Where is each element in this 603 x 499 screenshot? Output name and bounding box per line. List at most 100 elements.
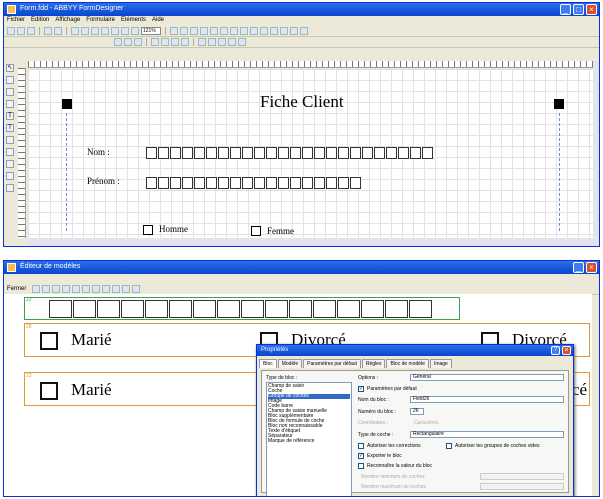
dialog-close-button[interactable]: ×	[562, 346, 571, 355]
tab-bloc[interactable]: Bloc	[259, 359, 277, 368]
tab-bloc-de-modele[interactable]: Bloc de modèle	[386, 359, 429, 368]
maximize-button[interactable]: □	[573, 4, 584, 15]
open-icon[interactable]	[17, 27, 25, 35]
align-left-icon[interactable]	[180, 27, 188, 35]
copy-icon[interactable]	[81, 27, 89, 35]
print-icon[interactable]	[44, 27, 52, 35]
bold-icon[interactable]	[114, 38, 122, 46]
justify-icon[interactable]	[181, 38, 189, 46]
block-type-list[interactable]: Champ de saisir Coche Groupe de coches I…	[266, 382, 352, 496]
save-icon[interactable]	[27, 27, 35, 35]
open-icon[interactable]	[42, 285, 51, 293]
image-tool-icon[interactable]	[6, 172, 14, 180]
align-center-icon[interactable]	[190, 27, 198, 35]
select-icon[interactable]	[72, 285, 81, 293]
tab-modele[interactable]: Modèle	[277, 359, 303, 368]
save-icon[interactable]	[32, 285, 41, 293]
zoom-icon[interactable]	[92, 285, 101, 293]
table-tool-icon[interactable]	[6, 184, 14, 192]
homme-checkbox[interactable]	[143, 225, 153, 235]
layer-icon[interactable]	[208, 38, 216, 46]
default-params-checkbox[interactable]: ✓	[358, 386, 364, 392]
menu-fichier[interactable]: Fichier	[7, 17, 25, 25]
reference-mark-icon[interactable]	[280, 27, 288, 35]
test-icon[interactable]	[300, 27, 308, 35]
field-block[interactable]	[24, 297, 460, 320]
field-tool-icon[interactable]	[6, 76, 14, 84]
delete-icon[interactable]	[102, 285, 111, 293]
reference-marker-left[interactable]	[62, 99, 72, 109]
tab-regles[interactable]: Règles	[361, 359, 386, 368]
line-tool-icon[interactable]	[6, 148, 14, 156]
right-icon[interactable]	[171, 38, 179, 46]
tab-image[interactable]: Image	[429, 359, 452, 368]
text-tool-icon[interactable]: T	[6, 112, 14, 120]
properties-icon[interactable]	[290, 27, 298, 35]
close-button[interactable]: ×	[586, 4, 597, 15]
allow-corrections-checkbox[interactable]	[358, 443, 364, 449]
pointer-icon[interactable]: ↖	[6, 64, 14, 72]
max-checks-field[interactable]	[480, 483, 564, 490]
properties-icon[interactable]	[112, 285, 121, 293]
tab-parametres[interactable]: Paramètres par défaut	[303, 359, 361, 368]
options-select[interactable]: Général	[410, 374, 564, 381]
reference-marker-right[interactable]	[554, 99, 564, 109]
allow-empty-groups-checkbox[interactable]	[446, 443, 452, 449]
paste-icon[interactable]	[91, 27, 99, 35]
form-canvas[interactable]: Fiche Client Nom : Prénom : Homme Femme	[28, 69, 593, 238]
minimize-button[interactable]: _	[573, 262, 584, 273]
frame-tool-icon[interactable]	[6, 100, 14, 108]
barcode-icon[interactable]	[250, 27, 258, 35]
vertical-scrollbar[interactable]	[593, 61, 599, 246]
preview-icon[interactable]	[54, 27, 62, 35]
new-icon[interactable]	[7, 27, 15, 35]
zoom-select[interactable]: 121%	[141, 27, 161, 35]
menu-elements[interactable]: Éléments	[121, 17, 146, 25]
frame-icon[interactable]	[198, 38, 206, 46]
femme-checkbox[interactable]	[251, 226, 261, 236]
grid-icon[interactable]	[170, 27, 178, 35]
marie-checkbox[interactable]	[40, 332, 58, 350]
field-icon[interactable]	[210, 27, 218, 35]
color-icon[interactable]	[228, 38, 236, 46]
block-number-field[interactable]: 26	[410, 408, 424, 415]
cut-icon[interactable]	[71, 27, 79, 35]
move-icon[interactable]	[52, 285, 61, 293]
minimize-button[interactable]: _	[560, 4, 571, 15]
menu-formulaire[interactable]: Formulaire	[86, 17, 115, 25]
min-checks-field[interactable]	[480, 473, 564, 480]
left-icon[interactable]	[151, 38, 159, 46]
undo-icon[interactable]	[101, 27, 109, 35]
group-icon[interactable]	[240, 27, 248, 35]
check-type-select[interactable]: Rectangulaire	[410, 431, 564, 438]
undo-icon[interactable]	[122, 285, 131, 293]
recognize-value-checkbox[interactable]	[358, 463, 364, 469]
horizontal-scrollbar[interactable]	[28, 238, 593, 246]
block-name-field[interactable]: Field26	[410, 396, 564, 403]
italic-icon[interactable]	[124, 38, 132, 46]
layout-icon[interactable]	[82, 285, 91, 293]
align-right-icon[interactable]	[200, 27, 208, 35]
help-button[interactable]: ?	[551, 346, 560, 355]
barcode-tool-icon[interactable]	[6, 136, 14, 144]
separator-tool-icon[interactable]	[270, 27, 278, 35]
lock-icon[interactable]	[218, 38, 226, 46]
redo-icon[interactable]	[111, 27, 119, 35]
label-tool-icon[interactable]: T	[6, 124, 14, 132]
zoom-out-icon[interactable]	[131, 27, 139, 35]
image-icon[interactable]	[260, 27, 268, 35]
close-button[interactable]: ×	[586, 262, 597, 273]
redo-icon[interactable]	[132, 285, 141, 293]
mark-tool-icon[interactable]	[6, 160, 14, 168]
text-field-icon[interactable]	[220, 27, 228, 35]
menu-edition[interactable]: Edition	[31, 17, 49, 25]
menu-aide[interactable]: Aide	[152, 17, 164, 25]
nom-field[interactable]	[146, 147, 433, 159]
grid-icon[interactable]	[62, 285, 71, 293]
list-item[interactable]: Marque de référence	[268, 439, 350, 444]
close-editor-button[interactable]: Fermer	[7, 286, 30, 292]
menu-affichage[interactable]: Affichage	[55, 17, 80, 25]
pen-icon[interactable]	[238, 38, 246, 46]
checkbox-tool-icon[interactable]	[6, 88, 14, 96]
marie-checkbox[interactable]	[40, 382, 58, 400]
